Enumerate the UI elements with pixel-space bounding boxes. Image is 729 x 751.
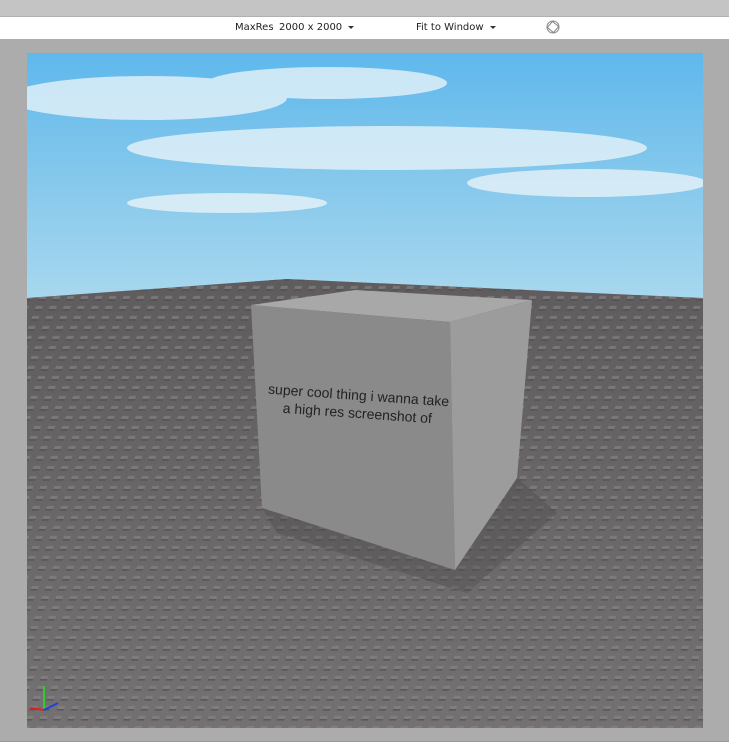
maxres-label: MaxRes [235,22,274,33]
rotate-icon[interactable] [546,20,560,37]
chevron-down-icon [348,25,355,29]
toolbar: MaxRes 2000 x 2000 Fit to Window [0,17,729,39]
fit-dropdown[interactable]: Fit to Window [416,22,496,33]
top-strip [0,0,729,17]
resolution-value: 2000 x 2000 [279,22,343,33]
render-viewport[interactable]: super cool thing i wanna take a high res… [27,53,703,728]
resolution-dropdown[interactable]: 2000 x 2000 [279,22,355,33]
chevron-down-icon [489,25,496,29]
fit-value: Fit to Window [416,22,484,33]
